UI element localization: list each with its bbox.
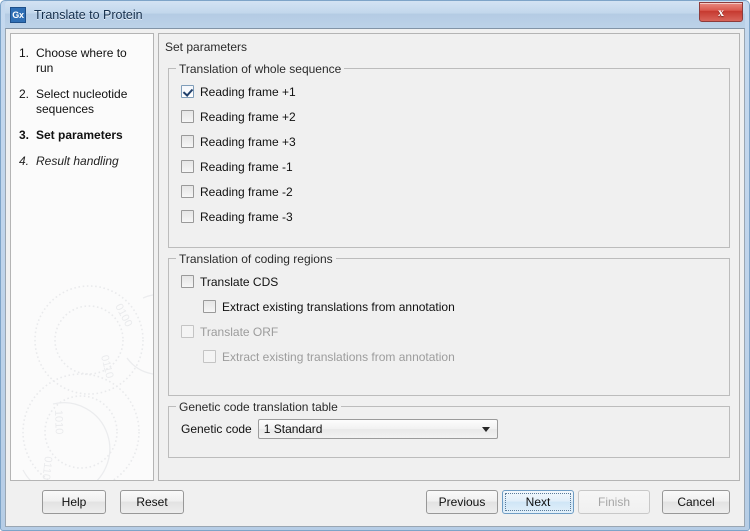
genetic-code-select[interactable]: 1 Standard: [258, 419, 498, 439]
step-label: Result handling: [36, 154, 119, 169]
sidebar-step-1[interactable]: 1. Choose where to run: [19, 46, 147, 76]
reset-button[interactable]: Reset: [120, 490, 184, 514]
wizard-step-sidebar: 0100 0110 1010 0110 1. Choose where to r…: [10, 33, 154, 481]
svg-text:1010: 1010: [52, 410, 65, 435]
sidebar-step-3[interactable]: 3. Set parameters: [19, 128, 147, 143]
checkbox-row-reading-frame-minus2[interactable]: Reading frame -2: [181, 179, 729, 204]
group-genetic-code-table: Genetic code translation table Genetic c…: [168, 406, 730, 458]
step-label: Select nucleotide sequences: [36, 87, 147, 117]
decorative-watermark: 0100 0110 1010 0110: [10, 260, 154, 481]
checkbox-reading-frame-plus2[interactable]: [181, 110, 194, 123]
checkbox-label: Translate CDS: [200, 275, 278, 289]
checkbox-label: Extract existing translations from annot…: [222, 300, 455, 314]
checkbox-reading-frame-minus3[interactable]: [181, 210, 194, 223]
next-button-label: Next: [526, 495, 551, 509]
checkbox-row-translate-orf: Translate ORF: [181, 319, 729, 344]
group-title: Genetic code translation table: [176, 400, 341, 414]
checkbox-reading-frame-minus2[interactable]: [181, 185, 194, 198]
close-icon: x: [700, 3, 742, 21]
dialog-footer: Help Reset Previous Next Finish Cancel: [6, 481, 744, 526]
sidebar-step-4[interactable]: 4. Result handling: [19, 154, 147, 169]
svg-text:0110: 0110: [40, 456, 54, 481]
checkbox-reading-frame-plus1[interactable]: [181, 85, 194, 98]
svg-text:0110: 0110: [98, 354, 115, 380]
checkbox-reading-frame-plus3[interactable]: [181, 135, 194, 148]
step-number: 4.: [19, 154, 36, 169]
parameters-pane: Set parameters Translation of whole sequ…: [158, 33, 740, 481]
checkbox-row-extract-translations-orf: Extract existing translations from annot…: [181, 344, 729, 369]
close-button[interactable]: x: [699, 2, 743, 22]
pane-title: Set parameters: [159, 34, 739, 55]
group-translation-whole-sequence: Translation of whole sequence Reading fr…: [168, 68, 730, 248]
genetic-code-label: Genetic code: [181, 422, 252, 436]
checkbox-reading-frame-minus1[interactable]: [181, 160, 194, 173]
help-button[interactable]: Help: [42, 490, 106, 514]
group-content: Reading frame +1 Reading frame +2 Readin…: [169, 69, 729, 229]
chevron-down-icon: [482, 427, 490, 432]
step-number: 1.: [19, 46, 36, 61]
checkbox-translate-cds[interactable]: [181, 275, 194, 288]
dialog-window: Gx Translate to Protein x: [0, 0, 750, 531]
checkbox-label: Reading frame +2: [200, 110, 296, 124]
step-label: Set parameters: [36, 128, 123, 143]
checkbox-row-reading-frame-plus3[interactable]: Reading frame +3: [181, 129, 729, 154]
title-bar: Gx Translate to Protein x: [5, 1, 745, 28]
checkbox-row-extract-translations-cds[interactable]: Extract existing translations from annot…: [181, 294, 729, 319]
checkbox-label: Reading frame -3: [200, 210, 293, 224]
checkbox-extract-translations-cds[interactable]: [203, 300, 216, 313]
checkbox-label: Reading frame +1: [200, 85, 296, 99]
cancel-button[interactable]: Cancel: [662, 490, 730, 514]
group-translation-coding-regions: Translation of coding regions Translate …: [168, 258, 730, 396]
svg-text:0100: 0100: [112, 302, 134, 329]
group-title: Translation of whole sequence: [176, 62, 344, 76]
panes: 0100 0110 1010 0110 1. Choose where to r…: [10, 33, 740, 481]
group-content: Translate CDS Extract existing translati…: [169, 259, 729, 369]
window-title: Translate to Protein: [34, 8, 143, 22]
step-number: 2.: [19, 87, 36, 102]
step-list: 1. Choose where to run 2. Select nucleot…: [11, 34, 153, 169]
checkbox-label: Extract existing translations from annot…: [222, 350, 455, 364]
checkbox-label: Reading frame -1: [200, 160, 293, 174]
genetic-code-selected-value: 1 Standard: [264, 420, 323, 438]
next-button[interactable]: Next: [502, 490, 574, 514]
checkbox-row-translate-cds[interactable]: Translate CDS: [181, 269, 729, 294]
dialog-body: 0100 0110 1010 0110 1. Choose where to r…: [5, 28, 745, 527]
checkbox-extract-translations-orf: [203, 350, 216, 363]
checkbox-row-reading-frame-plus2[interactable]: Reading frame +2: [181, 104, 729, 129]
app-icon: Gx: [10, 7, 26, 23]
checkbox-label: Reading frame +3: [200, 135, 296, 149]
checkbox-row-reading-frame-minus3[interactable]: Reading frame -3: [181, 204, 729, 229]
previous-button[interactable]: Previous: [426, 490, 498, 514]
checkbox-row-reading-frame-minus1[interactable]: Reading frame -1: [181, 154, 729, 179]
step-number: 3.: [19, 128, 36, 143]
checkbox-row-reading-frame-plus1[interactable]: Reading frame +1: [181, 79, 729, 104]
step-label: Choose where to run: [36, 46, 147, 76]
sidebar-step-2[interactable]: 2. Select nucleotide sequences: [19, 87, 147, 117]
group-title: Translation of coding regions: [176, 252, 336, 266]
checkbox-label: Translate ORF: [200, 325, 278, 339]
checkbox-translate-orf: [181, 325, 194, 338]
checkbox-label: Reading frame -2: [200, 185, 293, 199]
finish-button: Finish: [578, 490, 650, 514]
